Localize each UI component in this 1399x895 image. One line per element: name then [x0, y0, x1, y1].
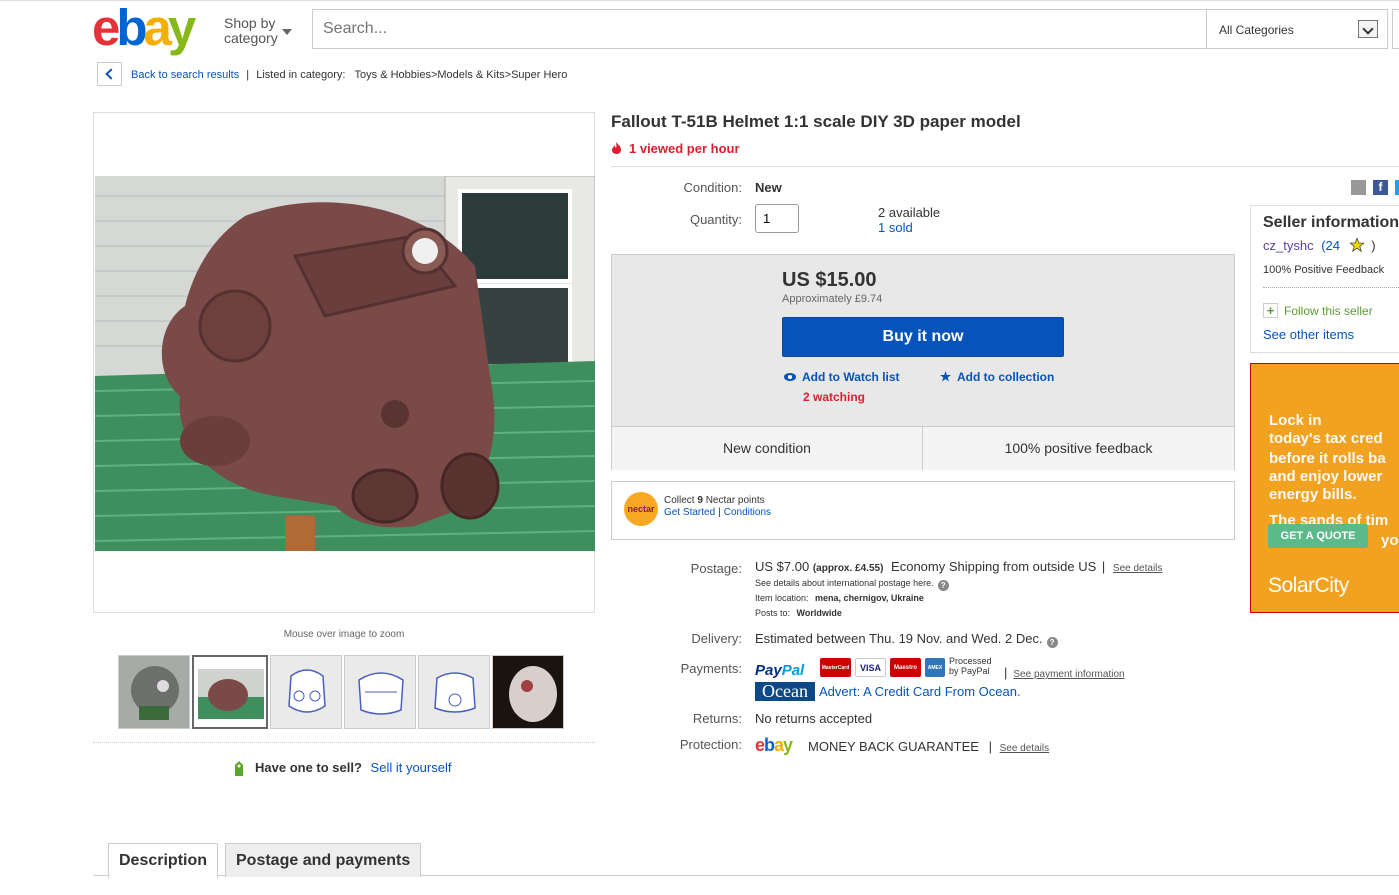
feedback-count-link[interactable]: 24 [1326, 238, 1340, 253]
shop-by-category-button[interactable]: Shop by category [224, 16, 278, 46]
ebay-mini-logo: ebay [755, 735, 793, 755]
maestro-icon: Maestro [890, 658, 921, 677]
eye-icon [784, 373, 796, 381]
quantity-label: Quantity: [689, 212, 742, 227]
back-arrow-icon[interactable] [97, 62, 122, 86]
price-tag-icon [235, 761, 243, 776]
category-select[interactable]: All Categories [1206, 9, 1388, 49]
nectar-collect-text: Collect 9 Nectar points [664, 495, 765, 506]
sold-count-link[interactable]: 1 sold [878, 220, 913, 235]
visa-icon: VISA [855, 658, 886, 677]
flame-icon [612, 142, 621, 154]
condition-value: New [755, 180, 782, 195]
nectar-logo: nectar [622, 491, 660, 527]
nectar-links: Get Started | Conditions [664, 507, 772, 518]
facebook-icon[interactable]: f [1373, 180, 1388, 195]
buy-it-now-button[interactable]: Buy it now [782, 317, 1064, 357]
divider [611, 166, 1399, 167]
tab-postage-and-payments[interactable]: Postage and payments [225, 843, 422, 877]
plus-icon: + [1263, 303, 1278, 318]
paypal-logo: PayPal [755, 662, 805, 679]
breadcrumb: Back to search results | Listed in categ… [131, 69, 568, 81]
postage-details-link[interactable]: See details [1113, 563, 1162, 574]
description-tabs: Description Postage and payments [93, 840, 1399, 878]
amex-icon: AMEX [925, 658, 945, 677]
returns-label: Returns: [692, 711, 742, 726]
svg-text:nectar: nectar [627, 504, 655, 514]
protection-details-link[interactable]: See details [1000, 743, 1049, 754]
tab-description[interactable]: Description [108, 843, 219, 878]
add-to-watchlist-link[interactable]: Add to Watch list [784, 370, 900, 384]
ebay-logo[interactable]: ebay [92, 2, 196, 53]
search-input[interactable] [312, 9, 1206, 49]
chevron-down-icon [1358, 20, 1378, 38]
ocean-advert-link[interactable]: Advert: A Credit Card From Ocean. [819, 684, 1021, 699]
thumbnail-3[interactable] [270, 655, 342, 729]
available-count: 2 available [878, 205, 941, 220]
thumbnail-6[interactable] [492, 655, 564, 729]
thumbnail-2[interactable] [192, 655, 268, 729]
watching-count: 2 watching [803, 390, 866, 404]
help-icon[interactable]: ? [937, 580, 949, 591]
chevron-down-icon [282, 29, 292, 35]
get-a-quote-button[interactable]: GET A QUOTE [1268, 524, 1368, 548]
money-back-guarantee: MONEY BACK GUARANTEE | See details [808, 739, 1050, 754]
item-title: Fallout T-51B Helmet 1:1 scale DIY 3D pa… [611, 112, 1021, 131]
condition-label: Condition: [683, 180, 742, 195]
seller-feedback: 100% Positive Feedback [1263, 264, 1385, 276]
postage-value: US $7.00 (approx. £4.55) Economy Shippin… [755, 559, 1163, 574]
payment-info-link[interactable]: See payment information [1013, 669, 1124, 680]
solarcity-ad[interactable]: Lock in today's tax cred before it rolls… [1250, 363, 1399, 613]
thumbnail-1[interactable] [118, 655, 190, 729]
payments-label: Payments: [680, 661, 742, 676]
positive-feedback-badge: 100% positive feedback [923, 426, 1234, 470]
seller-name: cz_tyshc (24 ) [1263, 236, 1376, 253]
seller-name-link[interactable]: cz_tyshc [1263, 238, 1314, 253]
approx-price: Approximately £9.74 [782, 293, 883, 305]
item-location: Item location: mena, chernigov, Ukraine [755, 593, 924, 603]
seller-heading: Seller information [1263, 214, 1399, 231]
intl-postage-note: See details about international postage … [755, 578, 949, 591]
star-icon [940, 371, 951, 382]
delivery-value: Estimated between Thu. 19 Nov. and Wed. … [755, 631, 1058, 648]
star-icon [1348, 236, 1365, 253]
processed-by-paypal: Processed by PayPal [949, 656, 992, 676]
thumbnail-4[interactable] [344, 655, 416, 729]
postage-label: Postage: [690, 561, 742, 576]
conditions-link[interactable]: Conditions [724, 507, 771, 518]
sell-it-yourself-link[interactable]: Sell it yourself [371, 760, 452, 775]
sell-it-prompt: Have one to sell? Sell it yourself [235, 760, 452, 776]
back-to-search-link[interactable]: Back to search results [131, 69, 239, 81]
price-box: US $15.00 Approximately £9.74 Buy it now… [611, 254, 1235, 470]
category-path-link[interactable]: Toys & Hobbies>Models & Kits>Super Hero [355, 69, 568, 81]
twitter-icon[interactable] [1395, 180, 1399, 195]
add-to-collection-link[interactable]: Add to collection [940, 370, 1054, 384]
follow-seller-link[interactable]: + Follow this seller [1263, 303, 1373, 318]
ocean-logo[interactable]: Ocean [755, 682, 815, 701]
main-image-frame[interactable] [93, 112, 595, 613]
get-started-link[interactable]: Get Started [664, 507, 715, 518]
delivery-label: Delivery: [691, 631, 742, 646]
protection-label: Protection: [679, 737, 742, 752]
posts-to: Posts to: Worldwide [755, 608, 842, 618]
returns-value: No returns accepted [755, 711, 873, 726]
top-border [0, 0, 1399, 3]
solarcity-logo: SolarCity [1268, 574, 1349, 597]
search-button[interactable] [1392, 9, 1399, 49]
nectar-promo: nectar Collect 9 Nectar points Get Start… [611, 481, 1235, 540]
seller-info-panel: Seller information cz_tyshc (24 ) 100% P… [1250, 205, 1399, 353]
zoom-hint: Mouse over image to zoom [283, 629, 405, 640]
see-other-items-link[interactable]: See other items [1263, 327, 1354, 342]
view-count: 1 viewed per hour [611, 141, 740, 156]
divider [93, 742, 595, 743]
divider [1263, 287, 1399, 288]
mastercard-icon: MasterCard [820, 658, 851, 677]
help-icon[interactable]: ? [1046, 637, 1058, 648]
new-condition-badge: New condition [612, 426, 923, 470]
email-icon[interactable] [1351, 180, 1366, 195]
thumbnail-5[interactable] [418, 655, 490, 729]
helmet-photo [95, 176, 595, 551]
item-price: US $15.00 [782, 269, 877, 291]
quantity-input[interactable] [755, 204, 799, 233]
